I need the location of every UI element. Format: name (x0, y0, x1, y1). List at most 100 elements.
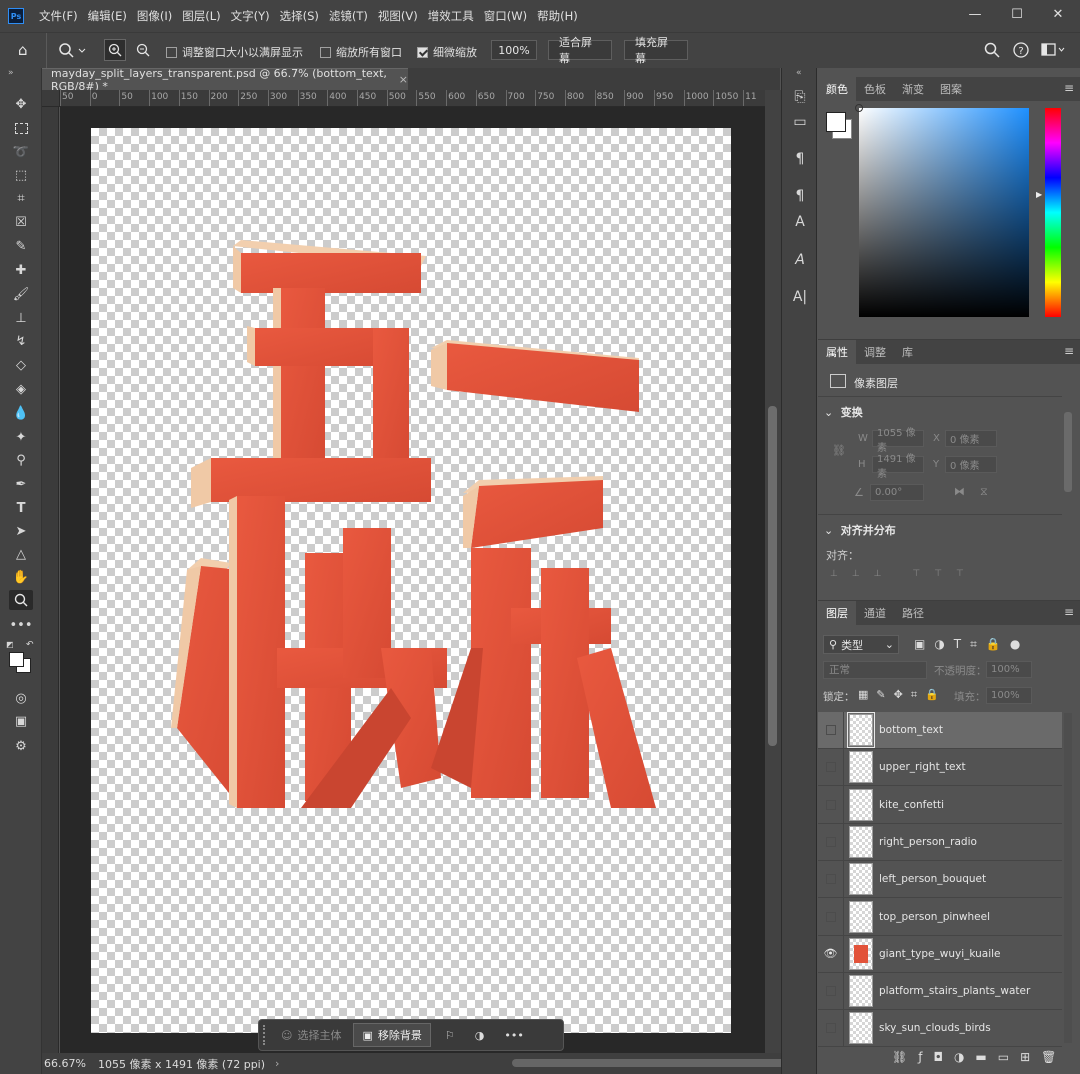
edit-toolbar-icon[interactable]: ⚙ (9, 736, 33, 756)
checkbox[interactable] (166, 46, 177, 58)
menu-item[interactable]: 图层(L) (177, 8, 225, 24)
scroll-thumb[interactable] (1064, 412, 1072, 492)
panel-tab[interactable]: 调整 (856, 340, 894, 364)
lock-icons[interactable]: ▦✎✥⌗🔒 (858, 688, 947, 702)
visibility-toggle[interactable] (818, 972, 844, 1010)
visibility-toggle[interactable] (818, 711, 844, 749)
sharpen-tool-icon[interactable]: ✦ (9, 427, 33, 447)
move-tool-icon[interactable]: ✥ (9, 94, 33, 114)
visibility-toggle[interactable] (818, 1009, 844, 1047)
fit-screen-button[interactable]: 适合屏幕 (548, 36, 612, 65)
layer-row[interactable]: bottom_text (818, 711, 1062, 749)
zoom-out-icon[interactable] (132, 39, 154, 61)
menu-item[interactable]: 文字(Y) (226, 8, 275, 24)
color-swatches[interactable]: ◩ ↶ (6, 640, 36, 673)
layer-row[interactable]: sky_sun_clouds_birds (818, 1009, 1062, 1048)
screen-mode-icon[interactable]: ▣ (9, 711, 33, 731)
comments-panel-icon[interactable]: ▭ (789, 111, 811, 133)
zoom-level[interactable]: 66.67% (44, 1057, 86, 1070)
visibility-toggle[interactable] (818, 860, 844, 898)
close-icon[interactable]: ✕ (1043, 4, 1073, 24)
object-select-tool-icon[interactable]: ⬚ (9, 165, 33, 185)
healing-brush-tool-icon[interactable]: ✚ (9, 260, 33, 280)
menu-item[interactable]: 编辑(E) (83, 8, 132, 24)
x-field[interactable]: 0 像素 (945, 430, 997, 447)
hue-slider-handle[interactable]: ▶ (1036, 190, 1042, 199)
character-panel-icon[interactable]: A| (789, 286, 811, 308)
foreground-color-swatch[interactable] (826, 112, 846, 132)
visibility-toggle[interactable] (818, 748, 844, 786)
ruler-origin[interactable] (42, 90, 60, 107)
panel-tab[interactable]: 图层 (818, 601, 856, 625)
angle-field[interactable]: 0.00° (870, 484, 924, 501)
workspace-icon[interactable] (1041, 43, 1065, 60)
minimize-icon[interactable]: — (960, 4, 990, 24)
layer-row[interactable]: right_person_radio (818, 823, 1062, 861)
scroll-thumb[interactable] (512, 1059, 802, 1067)
history-brush-tool-icon[interactable]: ↯ (9, 331, 33, 351)
stamp-tool-icon[interactable]: ⊥ (9, 308, 33, 328)
layer-row[interactable]: top_person_pinwheel (818, 898, 1062, 936)
blend-mode-select[interactable]: 正常 (823, 661, 927, 679)
menu-item[interactable]: 滤镜(T) (324, 8, 373, 24)
panel-tab[interactable]: 路径 (894, 601, 932, 625)
checkbox[interactable] (417, 46, 428, 58)
menu-item[interactable]: 选择(S) (275, 8, 324, 24)
zoom-value-button[interactable]: 100% (491, 40, 537, 60)
checkbox[interactable] (320, 46, 331, 58)
flip-horizontal-icon[interactable]: ⧓ (954, 485, 965, 498)
menu-item[interactable]: 增效工具 (423, 8, 479, 24)
resize-windows-checkbox[interactable]: 调整窗口大小以满屏显示 (166, 44, 303, 60)
layer-filter-select[interactable]: ⚲ 类型 ⌄ (823, 635, 899, 654)
fill-screen-button[interactable]: 填充屏幕 (624, 36, 688, 65)
home-icon[interactable]: ⌂ (18, 41, 38, 61)
quick-mask-icon[interactable]: ◎ (9, 688, 33, 708)
panel-tab[interactable]: 通道 (856, 601, 894, 625)
brush-tool-icon[interactable]: 🖌 (9, 284, 33, 304)
layer-footer-buttons[interactable]: ⛓ƒ◘◑▬▭⊞🗑 (892, 1050, 1067, 1064)
paragraph-panel-icon[interactable]: ¶ (789, 148, 811, 170)
close-tab-icon[interactable]: × (399, 73, 408, 86)
layer-row[interactable]: kite_confetti (818, 786, 1062, 824)
opacity-field[interactable]: 100% (986, 661, 1032, 678)
eraser-tool-icon[interactable]: ◇ (9, 355, 33, 375)
search-icon[interactable] (984, 42, 1000, 61)
visibility-toggle[interactable] (818, 786, 844, 824)
character-styles-icon[interactable]: A (789, 211, 811, 233)
glyphs-panel-icon[interactable]: A (789, 249, 811, 271)
panel-tab[interactable]: 色板 (856, 77, 894, 101)
panel-menu-icon[interactable]: ≡ (1064, 605, 1074, 619)
panel-tab[interactable]: 属性 (818, 340, 856, 364)
color-picker-marker[interactable] (855, 104, 863, 112)
height-field[interactable]: 1491 像素 (872, 454, 924, 480)
menu-item[interactable]: 视图(V) (373, 8, 423, 24)
flag-icon[interactable]: ⚐ (445, 1029, 455, 1042)
panel-menu-icon[interactable]: ≡ (1064, 344, 1074, 358)
hue-slider[interactable] (1045, 108, 1061, 317)
help-icon[interactable]: ? (1013, 42, 1029, 61)
flip-vertical-icon[interactable]: ⧖ (980, 485, 988, 499)
scrubby-zoom-checkbox[interactable]: 细微缩放 (417, 44, 477, 60)
zoom-in-icon[interactable] (104, 39, 126, 61)
zoom-all-windows-checkbox[interactable]: 缩放所有窗口 (320, 44, 402, 60)
swap-colors-icon[interactable]: ↶ (26, 640, 34, 650)
eye-icon[interactable]: 👁 (818, 935, 844, 973)
more-tools-icon[interactable]: ••• (9, 615, 33, 635)
panel-menu-icon[interactable]: ≡ (1064, 81, 1074, 95)
drag-handle-icon[interactable] (263, 1025, 273, 1045)
blur-tool-icon[interactable]: 💧 (9, 403, 33, 423)
panel-tab[interactable]: 颜色 (818, 77, 856, 101)
visibility-toggle[interactable] (818, 823, 844, 861)
eyedropper-tool-icon[interactable]: ✎ (9, 236, 33, 256)
visibility-toggle[interactable] (818, 898, 844, 935)
menu-item[interactable]: 图像(I) (132, 8, 177, 24)
color-field[interactable] (855, 104, 1029, 317)
layer-row[interactable]: platform_stairs_plants_water (818, 972, 1062, 1011)
lasso-tool-icon[interactable]: ➰ (9, 142, 33, 162)
frame-tool-icon[interactable]: ☒ (9, 212, 33, 232)
y-field[interactable]: 0 像素 (945, 456, 997, 473)
paragraph-styles-icon[interactable]: ¶ (789, 185, 811, 207)
crop-tool-icon[interactable]: ⌗ (9, 188, 33, 208)
width-field[interactable]: 1055 像素 (872, 428, 924, 454)
panel-tab[interactable]: 图案 (932, 77, 970, 101)
